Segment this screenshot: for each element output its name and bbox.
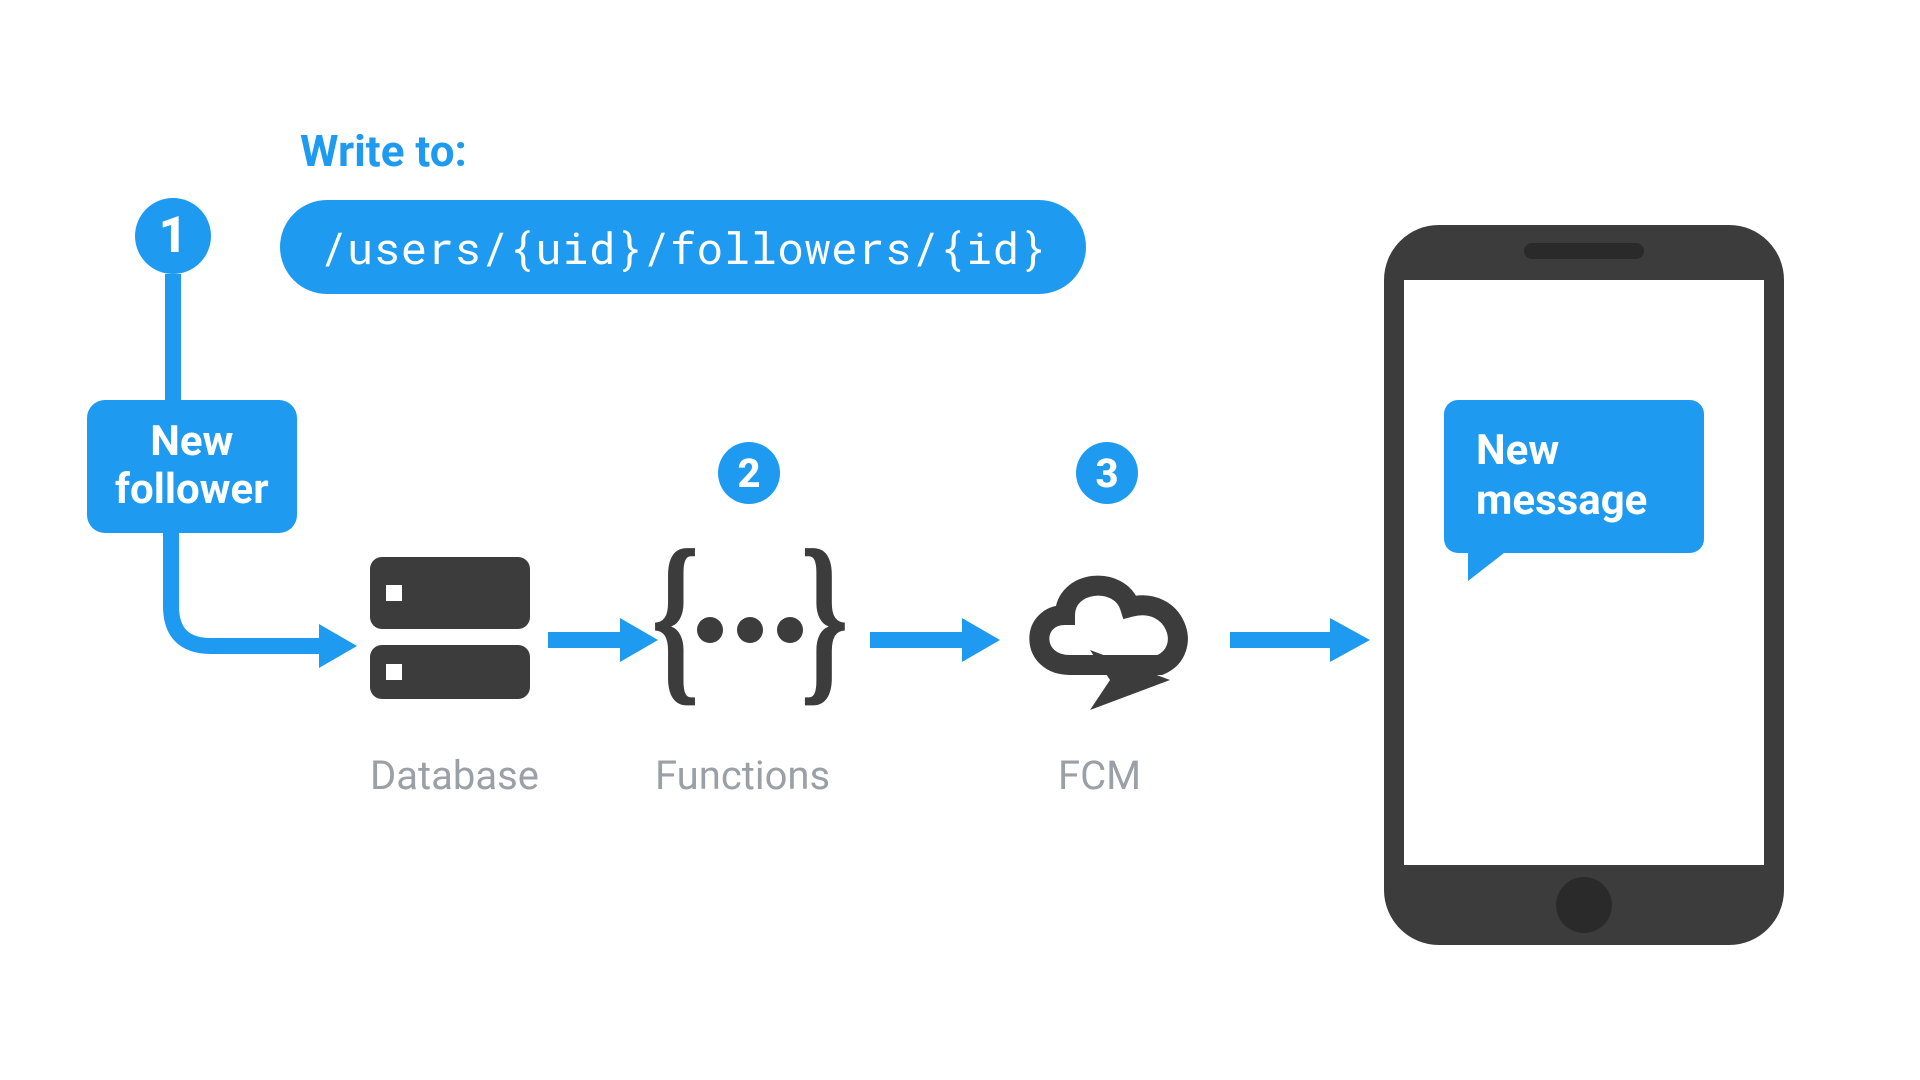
- phone-speaker: [1524, 243, 1644, 259]
- bubble-tail-icon: [1468, 553, 1504, 581]
- arrow-follower-to-db: [159, 516, 359, 686]
- phone-device: New message: [1384, 225, 1784, 945]
- phone-home-button: [1556, 877, 1612, 933]
- new-follower-line2: follower: [115, 465, 269, 514]
- write-to-label: Write to:: [300, 125, 467, 177]
- message-line1: New: [1476, 426, 1559, 475]
- new-follower-box: New follower: [87, 400, 297, 533]
- step-1-badge: 1: [135, 198, 211, 274]
- write-path-pill: /users/{uid}/followers/{id}: [280, 200, 1086, 294]
- functions-dots: [697, 617, 803, 643]
- database-label: Database: [370, 752, 539, 799]
- dot-icon: [777, 617, 803, 643]
- database-disk: [370, 557, 530, 629]
- message-bubble-wrap: New message: [1444, 400, 1704, 581]
- diagram-canvas: Write to: /users/{uid}/followers/{id} 1 …: [0, 0, 1920, 1080]
- arrow-fcm-to-phone: [1230, 618, 1370, 662]
- brace-left-icon: {: [651, 522, 700, 712]
- fcm-cloud-icon: [1010, 555, 1210, 725]
- brace-right-icon: }: [800, 522, 849, 712]
- message-line2: message: [1476, 476, 1647, 525]
- step-3-badge: 3: [1076, 442, 1138, 504]
- database-disk: [370, 645, 530, 699]
- step-2-badge: 2: [718, 442, 780, 504]
- fcm-label: FCM: [1058, 752, 1141, 799]
- database-icon: [370, 557, 530, 715]
- arrow-db-to-functions: [548, 618, 658, 662]
- connector-step1-to-box: [165, 274, 181, 404]
- dot-icon: [697, 617, 723, 643]
- dot-icon: [737, 617, 763, 643]
- message-bubble: New message: [1444, 400, 1704, 553]
- functions-icon: { }: [660, 550, 840, 710]
- arrow-functions-to-fcm: [870, 618, 1000, 662]
- functions-label: Functions: [655, 752, 830, 799]
- new-follower-line1: New: [150, 417, 233, 466]
